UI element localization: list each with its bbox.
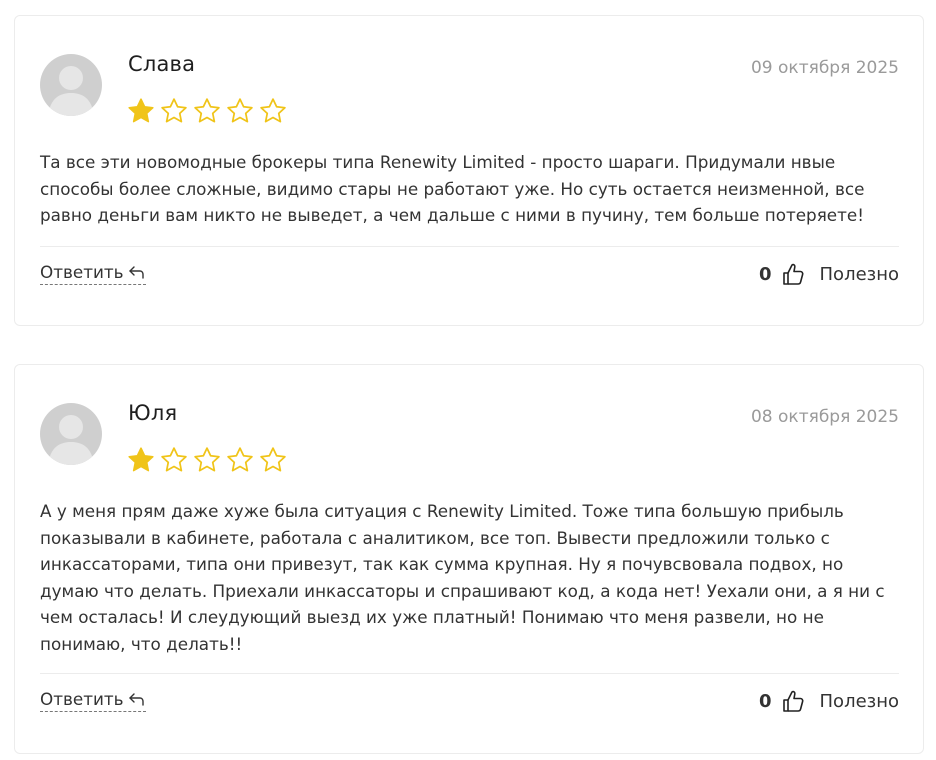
star-empty-icon bbox=[161, 98, 187, 123]
divider bbox=[40, 673, 899, 674]
review-author: Слава bbox=[128, 52, 196, 76]
star-empty-icon bbox=[227, 447, 253, 472]
thumbs-up-icon[interactable] bbox=[782, 262, 804, 286]
star-empty-icon bbox=[194, 98, 220, 123]
review-text: Та все эти новомодные брокеры типа Renew… bbox=[40, 152, 865, 225]
reply-label: Ответить bbox=[40, 262, 124, 282]
review-card: Слава 09 октября 2025 Та все эти новомод… bbox=[14, 15, 924, 326]
reply-label: Ответить bbox=[40, 689, 124, 709]
reply-arrow-icon bbox=[128, 693, 144, 706]
user-silhouette-icon bbox=[48, 66, 94, 116]
star-empty-icon bbox=[260, 447, 286, 472]
review-date: 09 октября 2025 bbox=[750, 58, 899, 78]
review-card: Юля 08 октября 2025 А у меня прям даже х… bbox=[14, 364, 924, 754]
review-author: Юля bbox=[128, 401, 178, 425]
avatar bbox=[40, 403, 102, 465]
star-empty-icon bbox=[194, 447, 220, 472]
avatar bbox=[40, 54, 102, 116]
star-rating bbox=[126, 96, 288, 126]
user-silhouette-icon bbox=[48, 415, 94, 465]
star-empty-icon bbox=[227, 98, 253, 123]
reply-button[interactable]: Ответить bbox=[40, 689, 146, 712]
vote-count: 0 bbox=[758, 263, 772, 285]
star-rating bbox=[126, 445, 288, 475]
review-date: 08 октября 2025 bbox=[750, 407, 899, 427]
useful-label[interactable]: Полезно bbox=[820, 264, 899, 285]
thumbs-up-icon[interactable] bbox=[782, 689, 804, 713]
reply-button[interactable]: Ответить bbox=[40, 262, 146, 285]
star-empty-icon bbox=[161, 447, 187, 472]
review-text: А у меня прям даже хуже была ситуация с … bbox=[40, 501, 885, 654]
reply-arrow-icon bbox=[128, 266, 144, 279]
vote-block: 0 Полезно bbox=[759, 689, 899, 713]
star-filled-icon bbox=[128, 447, 154, 472]
divider bbox=[40, 246, 899, 247]
star-empty-icon bbox=[260, 98, 286, 123]
useful-label[interactable]: Полезно bbox=[820, 691, 899, 712]
vote-count: 0 bbox=[758, 690, 772, 712]
vote-block: 0 Полезно bbox=[759, 262, 899, 286]
star-filled-icon bbox=[128, 98, 154, 123]
